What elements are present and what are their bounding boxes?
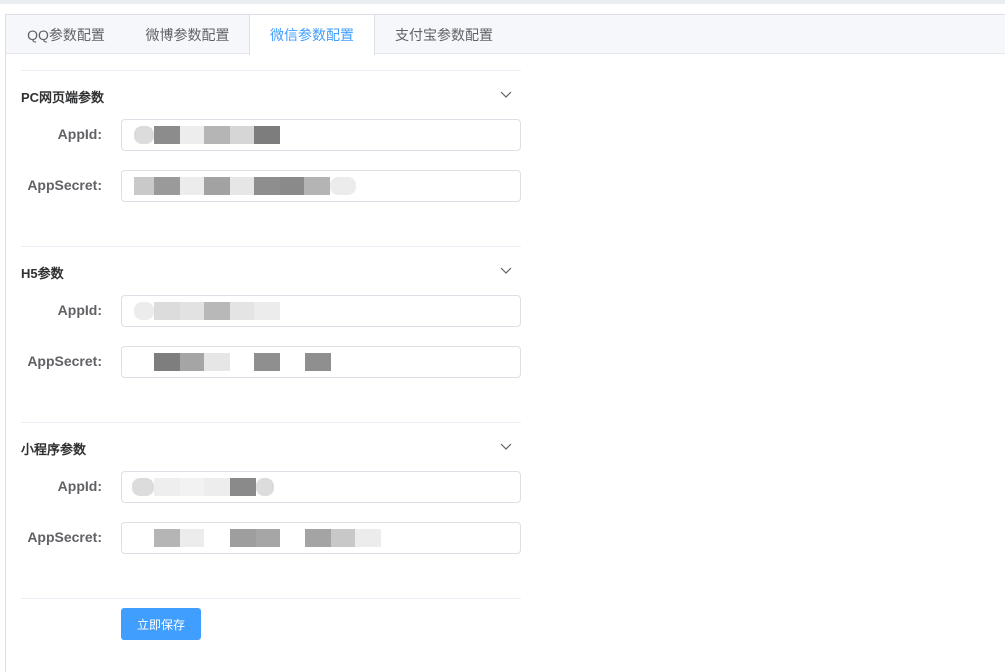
tab-alipay[interactable]: 支付宝参数配置 [375,15,513,54]
chevron-down-icon[interactable] [499,263,513,277]
section-title-h5: H5参数 [21,266,64,281]
appsecret-label: AppSecret: [27,529,102,545]
tab-bar: QQ参数配置 微博参数配置 微信参数配置 支付宝参数配置 [6,15,1005,55]
appsecret-label: AppSecret: [27,177,102,193]
tab-weibo[interactable]: 微博参数配置 [126,15,249,54]
appid-label: AppId: [57,126,102,142]
appid-label: AppId: [57,302,102,318]
miniprogram-appsecret-input[interactable] [121,522,521,554]
pc-appid-input[interactable] [121,119,521,151]
footer-divider [21,598,521,599]
pc-appsecret-input[interactable] [121,170,521,202]
h5-appid-input[interactable] [121,295,521,327]
tab-wechat[interactable]: 微信参数配置 [249,15,375,55]
section-title-miniprogram: 小程序参数 [21,442,87,457]
section-divider [21,70,521,71]
chevron-down-icon[interactable] [499,439,513,453]
appid-label: AppId: [57,478,102,494]
appsecret-label: AppSecret: [27,353,102,369]
tab-qq[interactable]: QQ参数配置 [6,15,126,54]
settings-card: QQ参数配置 微博参数配置 微信参数配置 支付宝参数配置 PC网页端参数 App… [5,14,1005,672]
h5-appsecret-input[interactable] [121,346,521,378]
save-button[interactable]: 立即保存 [121,608,201,640]
section-title-pc: PC网页端参数 [21,90,105,105]
miniprogram-appid-input[interactable] [121,471,521,503]
chevron-down-icon[interactable] [499,87,513,101]
section-divider [21,246,521,247]
top-strip [0,0,1005,4]
section-divider [21,422,521,423]
